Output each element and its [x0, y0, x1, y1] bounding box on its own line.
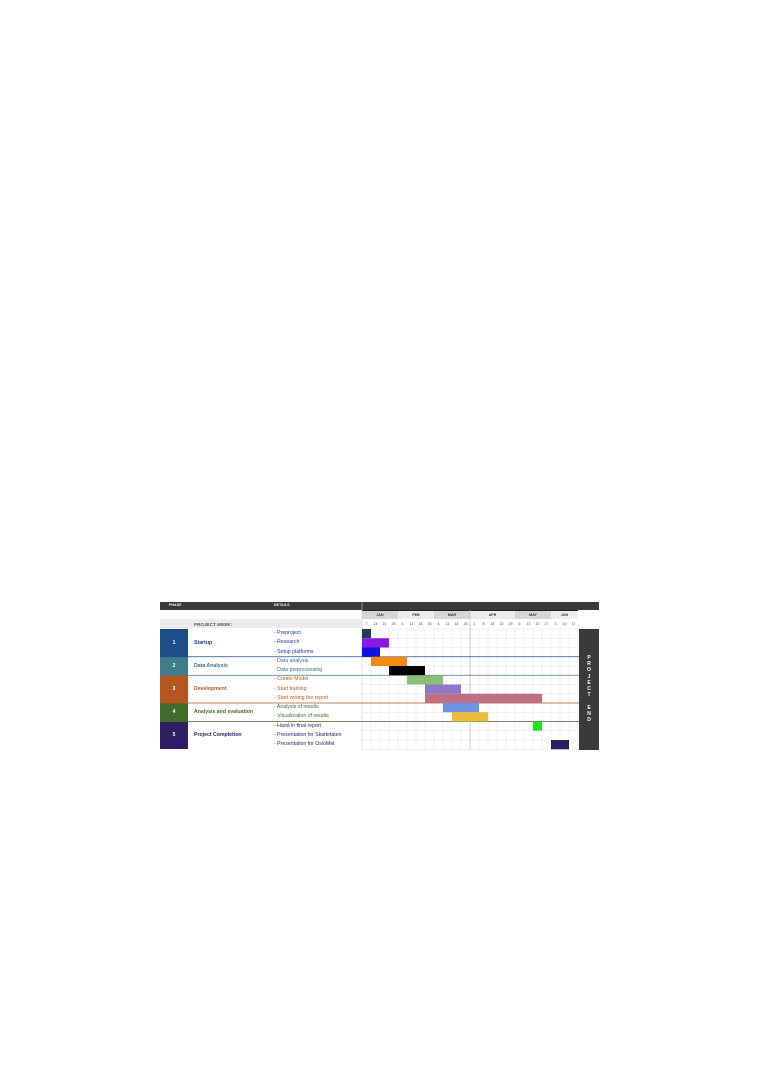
gantt-grid-and-bars — [160, 602, 579, 750]
gantt-bar — [452, 712, 488, 722]
gantt-bar — [362, 647, 380, 657]
gantt-bar — [425, 693, 542, 703]
gantt-bar — [443, 703, 479, 713]
gantt-bar — [425, 684, 461, 694]
gantt-chart: PHASE DETAILS PROJECT WEEK: JAN FEB MAR APR… — [160, 602, 599, 750]
gantt-bar — [362, 629, 371, 639]
gantt-bar — [407, 675, 443, 685]
gantt-bar — [389, 666, 425, 676]
gantt-bar — [371, 656, 407, 666]
gantt-bar — [362, 638, 389, 648]
gantt-bar — [551, 740, 569, 750]
gantt-bar — [533, 721, 542, 731]
project-end-column: PROJECT END — [579, 629, 599, 750]
project-end-letter: D — [587, 717, 591, 724]
